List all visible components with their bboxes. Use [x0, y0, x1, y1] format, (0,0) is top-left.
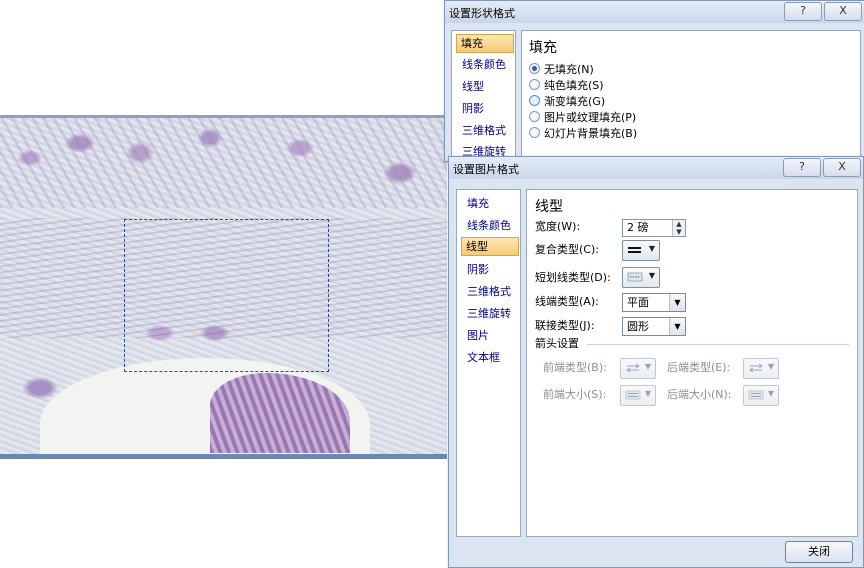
arrow-style-icon [626, 363, 640, 373]
nav-item-line-color[interactable]: 线条颜色 [458, 56, 510, 73]
chevron-down-icon: ▼ [767, 389, 774, 398]
title-bar[interactable]: 设置形状格式 ? X [445, 1, 864, 23]
nav-item-3d-format[interactable]: 三维格式 [458, 122, 510, 139]
nav-item-fill[interactable]: 填充 [463, 195, 493, 212]
option-slide-bg-fill[interactable]: 幻灯片背景填充(B) [529, 126, 637, 141]
tissue-texture [0, 118, 447, 208]
close-dialog-button[interactable]: 关闭 [785, 541, 853, 563]
nav-panel: 填充 线条颜色 线型 阴影 三维格式 三维旋转 [451, 30, 516, 172]
arrow-settings-label: 箭头设置 [535, 337, 579, 350]
dash-type-label: 短划线类型(D): [535, 271, 611, 284]
option-label: 渐变填充(G) [544, 95, 606, 108]
section-title: 填充 [529, 40, 557, 56]
nav-item-fill[interactable]: 填充 [456, 34, 514, 53]
join-type-label: 联接类型(J): [535, 319, 595, 332]
nav-item-shadow[interactable]: 阴影 [458, 100, 488, 117]
compound-type-label: 复合类型(C): [535, 243, 599, 256]
nav-item-text-box[interactable]: 文本框 [463, 349, 504, 366]
format-shape-dialog[interactable]: 设置形状格式 ? X 填充 线条颜色 线型 阴影 三维格式 三维旋转 填充 无填… [444, 0, 864, 172]
option-label: 无填充(N) [544, 63, 594, 76]
dash-line-icon [627, 272, 643, 282]
section-title: 线型 [535, 199, 563, 215]
chevron-down-icon: ▼ [644, 362, 651, 371]
cap-type-select[interactable]: 平面 ▼ [622, 293, 686, 312]
chevron-down-icon[interactable]: ▼ [669, 294, 685, 311]
group-divider [587, 344, 849, 345]
end-size-dropdown[interactable]: ▼ [743, 385, 779, 406]
help-button[interactable]: ? [784, 2, 822, 21]
histology-picture[interactable] [0, 115, 447, 459]
spinner-arrows-icon[interactable]: ▲ ▼ [672, 220, 685, 236]
begin-type-dropdown[interactable]: ▼ [620, 358, 656, 379]
option-solid-fill[interactable]: 纯色填充(S) [529, 78, 604, 93]
option-gradient-fill[interactable]: 渐变填充(G) [529, 94, 605, 109]
end-size-label: 后端大小(N): [667, 388, 732, 401]
close-button[interactable]: X [823, 158, 861, 177]
begin-size-dropdown[interactable]: ▼ [620, 385, 656, 406]
chevron-down-icon: ▼ [767, 362, 774, 371]
cap-type-label: 线端类型(A): [535, 295, 599, 308]
end-type-label: 后端类型(E): [667, 361, 731, 374]
content-panel: 填充 无填充(N) 纯色填充(S) 渐变填充(G) 图片或纹理填充(P) 幻灯片… [521, 30, 861, 172]
option-label: 纯色填充(S) [544, 79, 604, 92]
chevron-down-icon: ▼ [644, 389, 651, 398]
chevron-down-icon: ▼ [648, 244, 655, 253]
nav-item-picture[interactable]: 图片 [463, 327, 493, 344]
dash-type-dropdown[interactable]: ▼ [622, 267, 660, 288]
dialog-title: 设置形状格式 [449, 7, 515, 20]
content-panel: 线型 宽度(W): 2 磅 ▲ ▼ 复合类型(C): ▼ 短划线类型(D): ▼ … [526, 189, 858, 537]
nav-item-shadow[interactable]: 阴影 [463, 261, 493, 278]
radio-icon[interactable] [529, 127, 540, 138]
selection-rectangle[interactable] [124, 219, 329, 372]
join-type-value: 圆形 [627, 320, 649, 333]
end-type-dropdown[interactable]: ▼ [743, 358, 779, 379]
dialog-title: 设置图片格式 [453, 163, 519, 176]
arrow-size-icon [748, 390, 764, 400]
nav-item-3d-rotation[interactable]: 三维旋转 [463, 305, 515, 322]
nav-item-line-style[interactable]: 线型 [461, 237, 519, 256]
option-label: 图片或纹理填充(P) [544, 111, 637, 124]
width-spinner[interactable]: 2 磅 ▲ ▼ [622, 219, 686, 237]
chevron-down-icon[interactable]: ▼ [669, 318, 685, 335]
arrow-size-icon [625, 390, 641, 400]
nav-item-line-color[interactable]: 线条颜色 [463, 217, 515, 234]
format-picture-dialog[interactable]: 设置图片格式 ? X 填充 线条颜色 线型 阴影 三维格式 三维旋转 图片 文本… [448, 156, 864, 568]
chevron-down-icon: ▼ [648, 271, 655, 280]
radio-icon[interactable] [529, 63, 540, 74]
radio-icon[interactable] [529, 111, 540, 122]
radio-icon[interactable] [529, 95, 540, 106]
option-no-fill[interactable]: 无填充(N) [529, 62, 594, 77]
nav-item-line-style[interactable]: 线型 [458, 78, 488, 95]
width-value: 2 磅 [627, 221, 649, 234]
width-label: 宽度(W): [535, 220, 581, 233]
title-bar[interactable]: 设置图片格式 ? X [449, 157, 863, 179]
join-type-select[interactable]: 圆形 ▼ [622, 317, 686, 336]
close-button[interactable]: X [824, 2, 862, 21]
cap-type-value: 平面 [627, 296, 649, 309]
begin-size-label: 前端大小(S): [543, 388, 607, 401]
begin-type-label: 前端类型(B): [543, 361, 607, 374]
compound-type-dropdown[interactable]: ▼ [622, 240, 660, 261]
nav-item-3d-format[interactable]: 三维格式 [463, 283, 515, 300]
option-picture-fill[interactable]: 图片或纹理填充(P) [529, 110, 636, 125]
option-label: 幻灯片背景填充(B) [544, 127, 638, 140]
help-button[interactable]: ? [783, 158, 821, 177]
radio-icon[interactable] [529, 79, 540, 90]
nav-panel: 填充 线条颜色 线型 阴影 三维格式 三维旋转 图片 文本框 [456, 189, 521, 537]
arrow-style-icon [749, 363, 763, 373]
compound-line-icon [628, 247, 641, 253]
